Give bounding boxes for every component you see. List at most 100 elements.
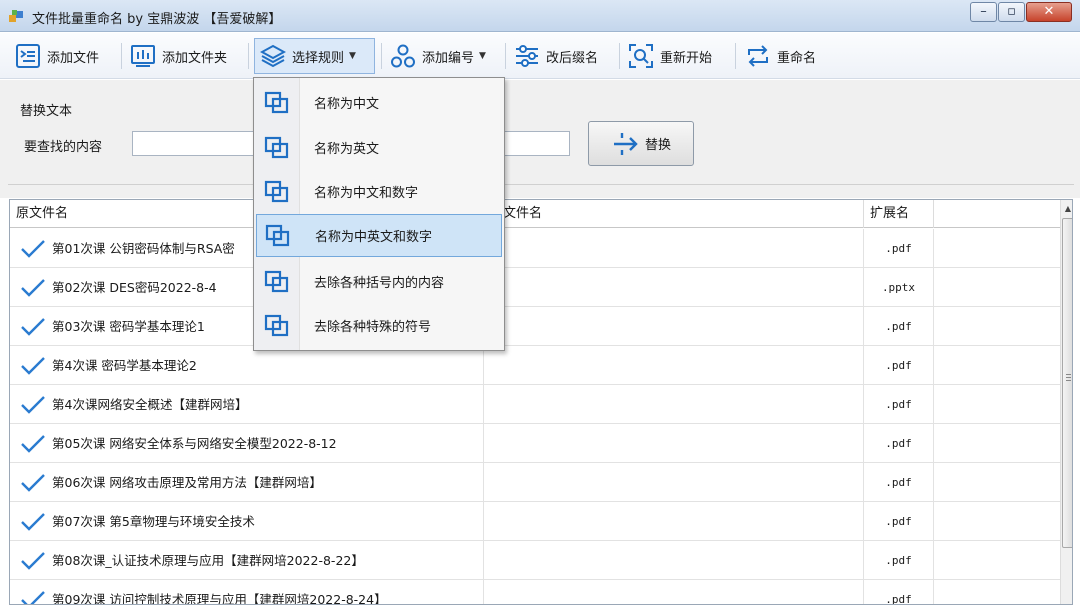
- original-name-text: 第01次课 公钥密码体制与RSA密: [52, 241, 235, 256]
- original-name-text: 第06次课 网络攻击原理及常用方法【建群网培】: [52, 475, 322, 490]
- rule-icon: [264, 270, 289, 292]
- add-folder-label: 添加文件夹: [162, 50, 228, 66]
- original-name-text: 第4次课网络安全概述【建群网培】: [52, 397, 248, 412]
- replace-button[interactable]: 替换: [588, 121, 694, 166]
- table-row[interactable]: 第01次课 公钥密码体制与RSA密 .pdf: [10, 229, 1060, 268]
- toolbar-divider: [248, 43, 249, 69]
- rule-icon: [264, 314, 289, 336]
- column-extension[interactable]: 扩展名: [864, 200, 934, 228]
- table-row[interactable]: 第4次课网络安全概述【建群网培】 .pdf: [10, 385, 1060, 424]
- cell-extension: .pdf: [864, 346, 934, 385]
- menu-item-english-name[interactable]: 名称为英文: [256, 126, 502, 169]
- add-number-label: 添加编号: [422, 50, 475, 66]
- replace-group-title: 替换文本: [20, 104, 73, 119]
- rule-icon: [264, 91, 289, 113]
- toolbar-divider: [619, 43, 620, 69]
- panel-divider: [8, 184, 1074, 185]
- vertical-scrollbar[interactable]: ▲: [1060, 200, 1072, 604]
- menu-item-label: 名称为中文: [314, 97, 380, 112]
- cell-extension: .pdf: [864, 307, 934, 346]
- add-folder-icon: [131, 45, 155, 67]
- title-bar: 文件批量重命名 by 宝鼎波波 【吾爱破解】 – ▫ ✕: [0, 0, 1080, 32]
- rename-button[interactable]: 重命名: [740, 38, 821, 74]
- layers-icon: [260, 44, 286, 68]
- nodes-icon: [391, 44, 415, 68]
- close-button[interactable]: ✕: [1026, 2, 1072, 22]
- cell-original-name: 第07次课 第5章物理与环境安全技术: [10, 502, 484, 541]
- menu-item-remove-brackets[interactable]: 去除各种括号内的内容: [256, 260, 502, 303]
- add-number-dropdown[interactable]: 添加编号 ▼: [385, 38, 491, 74]
- menu-item-label: 去除各种特殊的符号: [314, 320, 432, 335]
- maximize-icon: ▫: [1007, 4, 1016, 19]
- menu-item-chinese-name[interactable]: 名称为中文: [256, 81, 502, 124]
- grid-header: 原文件名 新文件名 扩展名: [10, 200, 1060, 228]
- scroll-up-icon[interactable]: ▲: [1061, 200, 1072, 217]
- window-controls: – ▫ ✕: [969, 2, 1072, 24]
- rule-icon: [264, 180, 289, 202]
- toolbar-divider: [121, 43, 122, 69]
- chevron-down-icon: ▼: [349, 51, 356, 61]
- toolbar-divider: [505, 43, 506, 69]
- select-rule-dropdown[interactable]: 选择规则 ▼: [254, 38, 375, 74]
- menu-item-chinese-and-digits[interactable]: 名称为中文和数字: [256, 170, 502, 213]
- find-label: 要查找的内容: [24, 140, 103, 155]
- add-folder-button[interactable]: 添加文件夹: [125, 38, 232, 74]
- table-row[interactable]: 第4次课 密码学基本理论2 .pdf: [10, 346, 1060, 385]
- minimize-icon: –: [980, 4, 987, 19]
- cell-new-name: [484, 580, 864, 604]
- scroll-thumb[interactable]: [1062, 218, 1072, 548]
- select-rule-label: 选择规则: [292, 50, 345, 66]
- checkmark-icon: [21, 590, 45, 604]
- toolbar-divider: [735, 43, 736, 69]
- column-new-name[interactable]: 新文件名: [484, 200, 864, 228]
- add-file-button[interactable]: 添加文件: [10, 38, 104, 74]
- find-input[interactable]: [132, 131, 272, 156]
- table-row[interactable]: 第07次课 第5章物理与环境安全技术 .pdf: [10, 502, 1060, 541]
- maximize-button[interactable]: ▫: [998, 2, 1025, 22]
- cell-original-name: 第08次课_认证技术原理与应用【建群网培2022-8-22】: [10, 541, 484, 580]
- add-file-label: 添加文件: [47, 50, 100, 66]
- rule-icon: [265, 224, 290, 246]
- sliders-icon: [516, 45, 538, 67]
- checkmark-icon: [21, 356, 45, 375]
- swap-arrows-icon: [748, 45, 768, 67]
- menu-item-label: 名称为中文和数字: [314, 186, 419, 201]
- menu-item-chinese-english-digits[interactable]: 名称为中英文和数字: [256, 214, 502, 257]
- original-name-text: 第09次课 访问控制技术原理与应用【建群网培2022-8-24】: [52, 592, 387, 605]
- replace-panel: 替换文本 要查找的内容 替换: [0, 80, 1080, 198]
- cell-new-name: [484, 307, 864, 346]
- checkmark-icon: [21, 512, 45, 531]
- file-grid: 原文件名 新文件名 扩展名 第01次课 公钥密码体制与RSA密 .pdf 第02…: [9, 199, 1073, 605]
- change-extension-button[interactable]: 改后缀名: [509, 38, 603, 74]
- menu-item-remove-symbols[interactable]: 去除各种特殊的符号: [256, 304, 502, 347]
- checkmark-icon: [21, 239, 45, 258]
- app-icon: [9, 10, 23, 22]
- checkmark-icon: [21, 278, 45, 297]
- table-row[interactable]: 第06次课 网络攻击原理及常用方法【建群网培】 .pdf: [10, 463, 1060, 502]
- cell-extension: .pdf: [864, 502, 934, 541]
- table-row[interactable]: 第02次课 DES密码2022-8-4 .pptx: [10, 268, 1060, 307]
- restart-button[interactable]: 重新开始: [623, 38, 717, 74]
- table-row[interactable]: 第08次课_认证技术原理与应用【建群网培2022-8-22】 .pdf: [10, 541, 1060, 580]
- minimize-button[interactable]: –: [970, 2, 997, 22]
- table-row[interactable]: 第05次课 网络安全体系与网络安全模型2022-8-12 .pdf: [10, 424, 1060, 463]
- cell-extension: .pdf: [864, 541, 934, 580]
- close-icon: ✕: [1043, 4, 1055, 19]
- table-row[interactable]: 第09次课 访问控制技术原理与应用【建群网培2022-8-24】 .pdf: [10, 580, 1060, 605]
- original-name-text: 第08次课_认证技术原理与应用【建群网培2022-8-22】: [52, 553, 364, 568]
- original-name-text: 第02次课 DES密码2022-8-4: [52, 280, 217, 295]
- rule-icon: [264, 136, 289, 158]
- cell-original-name: 第05次课 网络安全体系与网络安全模型2022-8-12: [10, 424, 484, 463]
- window-title: 文件批量重命名 by 宝鼎波波 【吾爱破解】: [32, 12, 282, 27]
- cell-new-name: [484, 541, 864, 580]
- cell-extension: .pptx: [864, 268, 934, 307]
- cell-original-name: 第09次课 访问控制技术原理与应用【建群网培2022-8-24】: [10, 580, 484, 605]
- cell-new-name: [484, 268, 864, 307]
- toolbar-divider: [381, 43, 382, 69]
- cell-extension: .pdf: [864, 229, 934, 268]
- table-row[interactable]: 第03次课 密码学基本理论1 .pdf: [10, 307, 1060, 346]
- original-name-text: 第03次课 密码学基本理论1: [52, 319, 205, 334]
- toolbar: 添加文件 添加文件夹 选择规则 ▼ 添加编号 ▼ 改后缀名 重新开始 重命名: [0, 33, 1080, 79]
- cell-extension: .pdf: [864, 424, 934, 463]
- chevron-down-icon: ▼: [479, 51, 486, 61]
